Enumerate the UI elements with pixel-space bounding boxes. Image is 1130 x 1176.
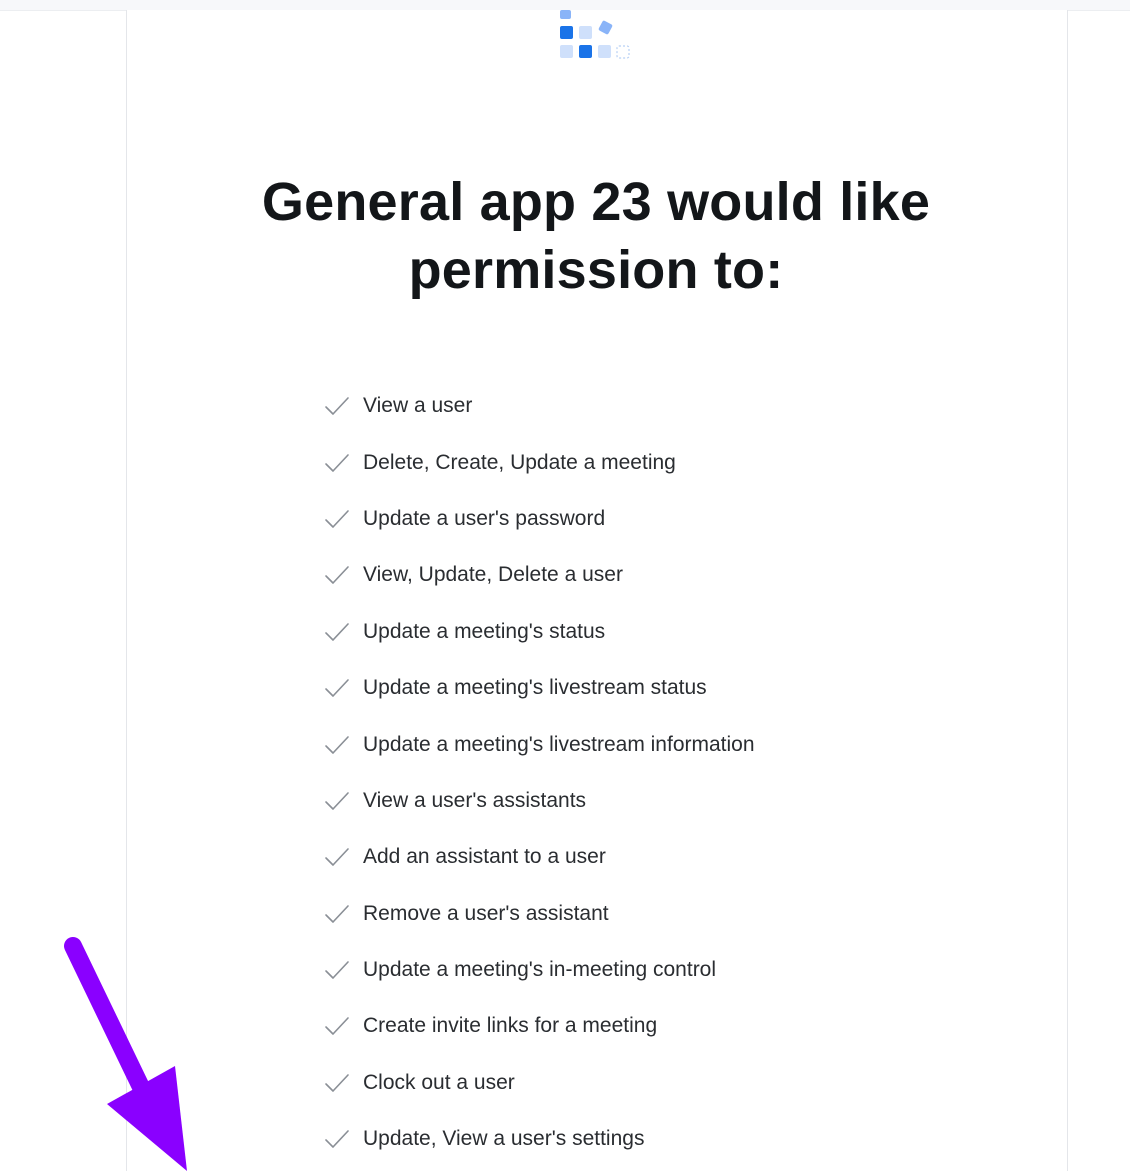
permission-item: Clock out a user — [324, 1055, 755, 1111]
permission-item: Add an assistant to a user — [324, 829, 755, 885]
checkmark-icon — [324, 847, 350, 867]
checkmark-icon — [324, 735, 350, 755]
permission-label: Update a meeting's livestream informatio… — [363, 732, 755, 756]
checkmark-icon — [324, 1016, 350, 1036]
permission-item: Update a meeting's in-meeting control — [324, 942, 755, 998]
permission-label: Update a meeting's in-meeting control — [363, 958, 717, 982]
permission-label: Add an assistant to a user — [363, 845, 606, 869]
permission-item: View a user's assistants — [324, 773, 755, 829]
checkmark-icon — [324, 565, 350, 585]
permission-label: Create invite links for a meeting — [363, 1014, 658, 1038]
checkmark-icon — [324, 960, 350, 980]
permission-label: Update a meeting's status — [363, 619, 606, 643]
checkmark-icon — [324, 396, 350, 416]
permission-item: Update a user's password — [324, 491, 755, 547]
permission-item: Delete, Create, Update a meeting — [324, 434, 755, 490]
checkmark-icon — [324, 509, 350, 529]
checkmark-icon — [324, 1073, 350, 1093]
permission-label: View a user — [363, 394, 473, 418]
permission-label: View, Update, Delete a user — [363, 563, 623, 587]
permission-label: View a user's assistants — [363, 788, 587, 812]
permission-label: Remove a user's assistant — [363, 901, 609, 925]
checkmark-icon — [324, 904, 350, 924]
page-title: General app 23 would like permission to: — [261, 172, 931, 300]
permission-item: Update, View a user's settings — [324, 1111, 755, 1167]
permission-item: Update a meeting's livestream informatio… — [324, 716, 755, 772]
permission-item: View, Update, Delete a user — [324, 547, 755, 603]
permission-item: Create invite links for a meeting — [324, 998, 755, 1054]
arrow-pointer-icon — [55, 930, 205, 1171]
permission-label: Update, View a user's settings — [363, 1127, 645, 1151]
permission-item: Remove a user's assistant — [324, 886, 755, 942]
checkmark-icon — [324, 1129, 350, 1149]
permission-list: View a user Delete, Create, Update a meet… — [324, 378, 755, 1167]
permission-label: Delete, Create, Update a meeting — [363, 450, 676, 474]
permission-label: Clock out a user — [363, 1070, 515, 1094]
permission-item: Update a meeting's livestream status — [324, 660, 755, 716]
permission-label: Update a meeting's livestream status — [363, 676, 707, 700]
checkmark-icon — [324, 678, 350, 698]
permission-item: Update a meeting's status — [324, 604, 755, 660]
checkmark-icon — [324, 453, 350, 473]
permission-label: Update a user's password — [363, 506, 606, 530]
permission-item: View a user — [324, 378, 755, 434]
app-logo-icon — [556, 10, 636, 62]
checkmark-icon — [324, 791, 350, 811]
checkmark-icon — [324, 622, 350, 642]
